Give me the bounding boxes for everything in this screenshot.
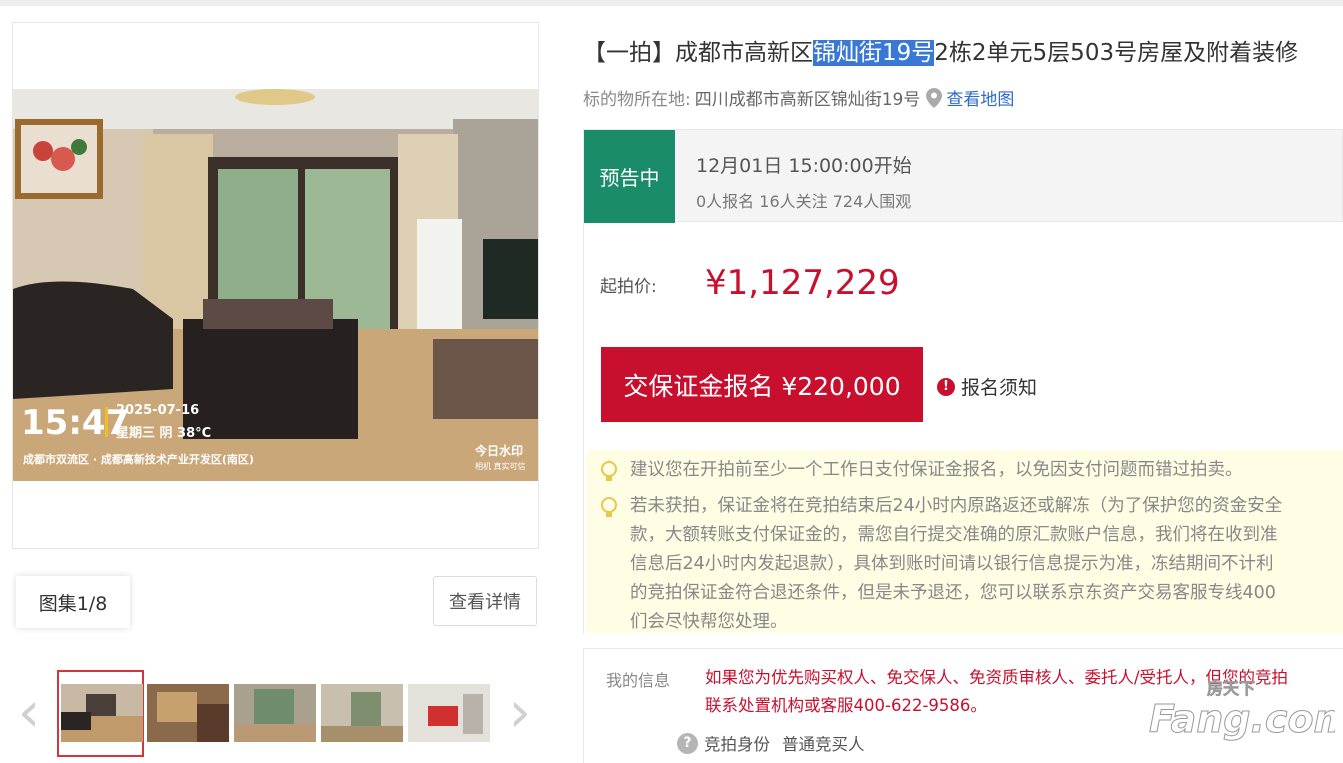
title-suffix: 2栋2单元5层503号房屋及附着装修: [934, 40, 1299, 66]
location-label: 标的物所在地:: [583, 90, 691, 110]
title-highlight: 锦灿街19号: [813, 40, 935, 66]
view-details-button[interactable]: 查看详情: [433, 576, 537, 626]
photo-location-stamp: 成都市双流区 · 成都高新技术产业开发区(南区): [23, 452, 254, 466]
photo-time: 15:47: [21, 403, 129, 443]
location-address: 四川成都市高新区锦灿街19号: [694, 90, 921, 110]
status-badge: 预告中: [584, 130, 675, 223]
top-strip: [0, 0, 1343, 6]
view-map-link[interactable]: 查看地图: [946, 85, 1014, 110]
auction-status-panel: 预告中 12月01日 15:00:00开始 0人报名 16人关注 724人围观: [583, 129, 1343, 223]
tip-2-line: 款，大额转账支付保证金的，需您自行提交准确的原汇款账户信息，我们将在收到准: [630, 525, 1278, 545]
lightbulb-icon: [601, 460, 617, 481]
title-prefix: 【一拍】成都市高新区: [583, 40, 813, 66]
thumbnail-1[interactable]: [61, 684, 143, 742]
photo-date: 2025-07-16: [116, 403, 199, 418]
bid-identity-row: ? 竞拍身份 普通竞买人: [677, 731, 865, 755]
alert-icon: !: [937, 377, 955, 396]
thumbnail-2[interactable]: [147, 684, 229, 742]
listing-title: 【一拍】成都市高新区锦灿街19号2栋2单元5层503号房屋及附着装修: [583, 33, 1298, 67]
start-price: ¥1,127,229: [705, 263, 900, 303]
watermark-top: 房天下: [1207, 679, 1255, 698]
registration-notice-label: 报名须知: [961, 377, 1038, 399]
location-row: 标的物所在地: 四川成都市高新区锦灿街19号 查看地图: [583, 85, 1014, 110]
gallery-counter: 图集1/8: [16, 576, 130, 628]
auction-stats: 0人报名 16人关注 724人围观: [696, 192, 912, 211]
main-photo[interactable]: 15:47 2025-07-16 星期三 阴 38°C 成都市双流区 · 成都高…: [13, 89, 538, 481]
site-watermark-logo: 房天下 Fang.com: [1149, 679, 1336, 742]
registration-notice-link[interactable]: ! 报名须知: [937, 373, 1037, 400]
identity-value: 普通竞买人: [782, 735, 865, 754]
thumbnail-5[interactable]: [408, 684, 490, 742]
tip-2-line: 的竞拍保证金符合退还条件，但是未予退还，您可以联系京东资产交易客服专线400: [630, 583, 1276, 603]
chevron-right-icon[interactable]: ›: [505, 685, 535, 741]
thumbnail-3[interactable]: [234, 684, 316, 742]
thumbnail-4[interactable]: [321, 684, 403, 742]
tip-1-text: 建议您在开拍前至少一个工作日支付保证金报名，以免因支付问题而错过拍卖。: [630, 460, 1243, 480]
lightbulb-icon: [601, 497, 617, 517]
identity-label: 竞拍身份: [704, 735, 770, 754]
tip-2-line: 们会尽快帮您处理。: [630, 612, 788, 632]
tips-panel: 建议您在开拍前至少一个工作日支付保证金报名，以免因支付问题而错过拍卖。 若未获拍…: [587, 450, 1343, 633]
chevron-left-icon[interactable]: ‹: [14, 685, 44, 741]
map-pin-icon: [926, 87, 943, 108]
photo-weather: 星期三 阴 38°C: [116, 426, 211, 441]
start-time: 12月01日 15:00:00开始: [696, 155, 912, 177]
watermark-main: Fang.com: [1149, 697, 1335, 741]
tip-2-line: 信息后24小时内发起退款），具体到账时间请以银行信息提示为准，冻结期间不计利: [630, 554, 1274, 574]
help-icon[interactable]: ?: [677, 732, 698, 754]
photo-watermark-sub: 相机 真实可信: [475, 461, 526, 471]
photo-watermark-brand: 今日水印: [474, 443, 523, 458]
tip-2-line: 若未获拍，保证金将在竞拍结束后24小时内原路返还或解冻（为了保护您的资金安全: [630, 496, 1283, 516]
start-price-label: 起拍价:: [600, 277, 657, 297]
my-info-label: 我的信息: [606, 671, 671, 690]
pay-deposit-button[interactable]: 交保证金报名 ¥220,000: [601, 347, 923, 422]
